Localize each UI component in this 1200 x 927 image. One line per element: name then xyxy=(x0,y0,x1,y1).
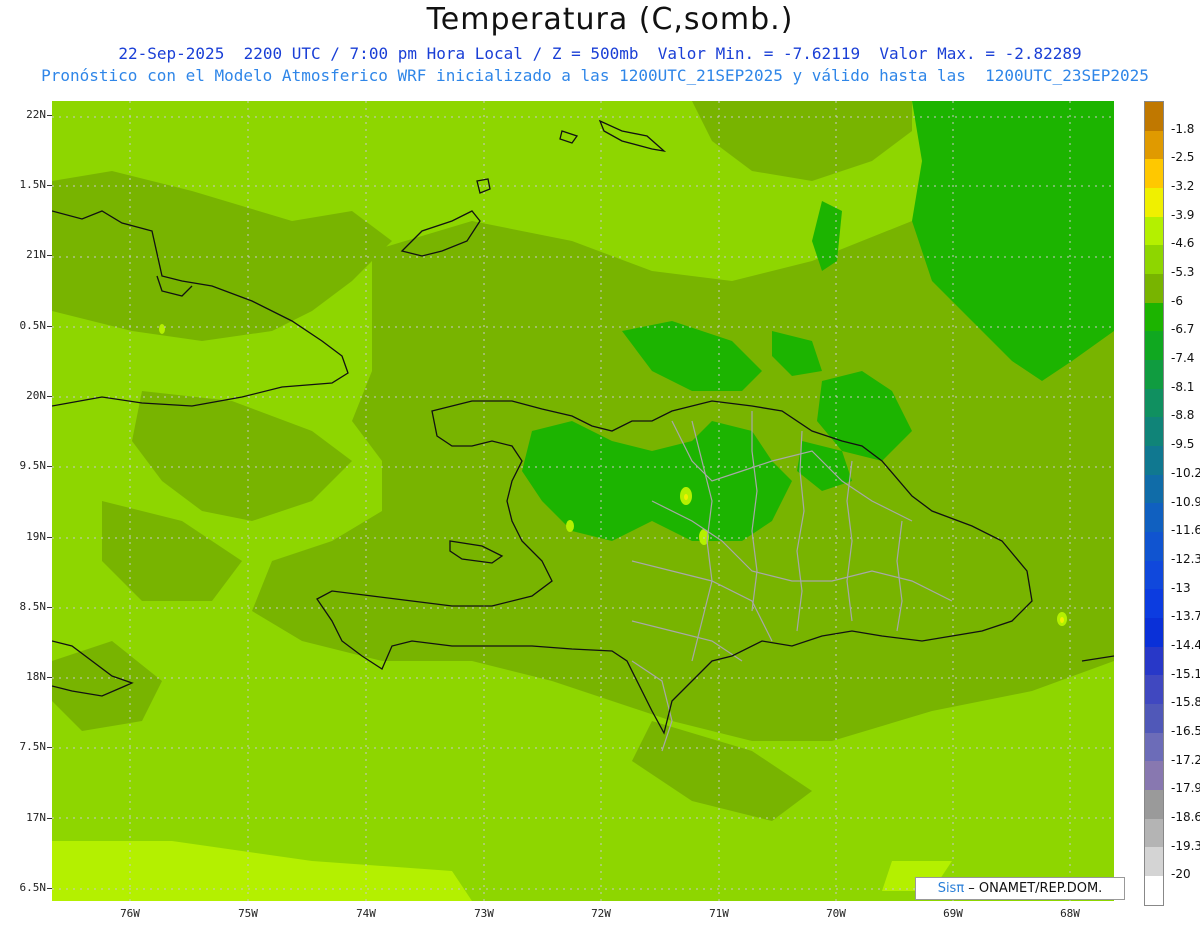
legend-swatch xyxy=(1145,761,1163,791)
legend-swatch xyxy=(1145,503,1163,533)
legend-label: -16.5 xyxy=(1171,723,1200,738)
legend-swatch xyxy=(1145,331,1163,361)
legend-swatch xyxy=(1145,159,1163,189)
lon-label-69w: 69W xyxy=(943,907,963,920)
legend-swatch xyxy=(1145,302,1163,332)
legend-label: -3.9 xyxy=(1171,207,1195,222)
legend-swatch xyxy=(1145,560,1163,590)
lat-label-19-5n: 9.5N xyxy=(0,459,52,472)
lat-label-16-5n: 6.5N xyxy=(0,881,52,894)
lon-label-75w: 75W xyxy=(238,907,258,920)
legend-label: -17.9 xyxy=(1171,781,1200,796)
legend-swatch xyxy=(1145,274,1163,303)
legend-swatch xyxy=(1145,790,1163,819)
map-panel xyxy=(52,101,1114,901)
lon-label-70w: 70W xyxy=(826,907,846,920)
lon-label-73w: 73W xyxy=(474,907,494,920)
legend-swatch xyxy=(1145,876,1163,905)
credit-text: – ONAMET/REP.DOM. xyxy=(964,881,1103,896)
temperature-field xyxy=(52,101,1114,901)
legend-label: -6 xyxy=(1171,293,1183,308)
legend-label: -10.9 xyxy=(1171,494,1200,509)
legend-label: -10.2 xyxy=(1171,465,1200,480)
legend-label: -9.5 xyxy=(1171,437,1195,452)
lat-label-20-5n: 0.5N xyxy=(0,319,52,332)
legend-label: -19.3 xyxy=(1171,838,1200,853)
legend-swatch xyxy=(1145,360,1163,389)
lat-label-21n: 21N xyxy=(0,248,52,261)
lon-label-74w: 74W xyxy=(356,907,376,920)
legend-label: -5.3 xyxy=(1171,265,1195,280)
legend-swatch xyxy=(1145,818,1163,848)
lat-label-18n: 18N xyxy=(0,670,52,683)
legend-swatch xyxy=(1145,446,1163,475)
legend-label: -13 xyxy=(1171,580,1191,595)
legend-swatch xyxy=(1145,618,1163,647)
lat-label-22n: 22N xyxy=(0,108,52,121)
color-legend xyxy=(1144,101,1164,906)
legend-swatch xyxy=(1145,102,1163,131)
legend-label: -15.8 xyxy=(1171,695,1200,710)
lat-label-21-5n: 1.5N xyxy=(0,178,52,191)
lat-label-17n: 17N xyxy=(0,811,52,824)
legend-swatch xyxy=(1145,704,1163,733)
subtitle-validity: 22-Sep-2025 2200 UTC / 7:00 pm Hora Loca… xyxy=(118,44,1082,63)
legend-label: -18.6 xyxy=(1171,809,1200,824)
credit-box: Sisπ – ONAMET/REP.DOM. xyxy=(915,877,1125,900)
legend-label: -8.1 xyxy=(1171,379,1195,394)
lat-label-19n: 19N xyxy=(0,530,52,543)
legend-label: -13.7 xyxy=(1171,609,1200,624)
legend-label: -11.6 xyxy=(1171,523,1200,538)
legend-swatch xyxy=(1145,732,1163,762)
legend-swatch xyxy=(1145,188,1163,217)
legend-label: -7.4 xyxy=(1171,351,1195,366)
lon-label-76w: 76W xyxy=(120,907,140,920)
lon-label-71w: 71W xyxy=(709,907,729,920)
legend-swatch xyxy=(1145,474,1163,504)
legend-swatch xyxy=(1145,130,1163,160)
subtitle-model-run: Pronóstico con el Modelo Atmosferico WRF… xyxy=(41,66,1149,85)
lon-label-68w: 68W xyxy=(1060,907,1080,920)
legend-label: -14.4 xyxy=(1171,637,1200,652)
lon-label-72w: 72W xyxy=(591,907,611,920)
legend-swatch xyxy=(1145,417,1163,447)
legend-label: -20 xyxy=(1171,867,1191,882)
legend-label: -6.7 xyxy=(1171,322,1195,337)
legend-label: -12.3 xyxy=(1171,551,1200,566)
legend-swatch xyxy=(1145,388,1163,418)
legend-label: -17.2 xyxy=(1171,752,1200,767)
lat-label-17-5n: 7.5N xyxy=(0,740,52,753)
legend-swatch xyxy=(1145,532,1163,561)
legend-swatch xyxy=(1145,646,1163,676)
legend-label: -8.8 xyxy=(1171,408,1195,423)
legend-swatch xyxy=(1145,589,1163,619)
legend-swatch xyxy=(1145,847,1163,877)
legend-label: -4.6 xyxy=(1171,236,1195,251)
legend-swatch xyxy=(1145,675,1163,705)
legend-label: -3.2 xyxy=(1171,179,1195,194)
lat-label-20n: 20N xyxy=(0,389,52,402)
legend-label: -15.1 xyxy=(1171,666,1200,681)
credit-brand: Sisπ xyxy=(937,881,965,896)
legend-label: -2.5 xyxy=(1171,150,1195,165)
legend-label: -1.8 xyxy=(1171,121,1195,136)
map-title: Temperatura (C,somb.) xyxy=(426,2,794,37)
legend-swatch xyxy=(1145,245,1163,275)
lat-label-18-5n: 8.5N xyxy=(0,600,52,613)
legend-swatch xyxy=(1145,216,1163,246)
